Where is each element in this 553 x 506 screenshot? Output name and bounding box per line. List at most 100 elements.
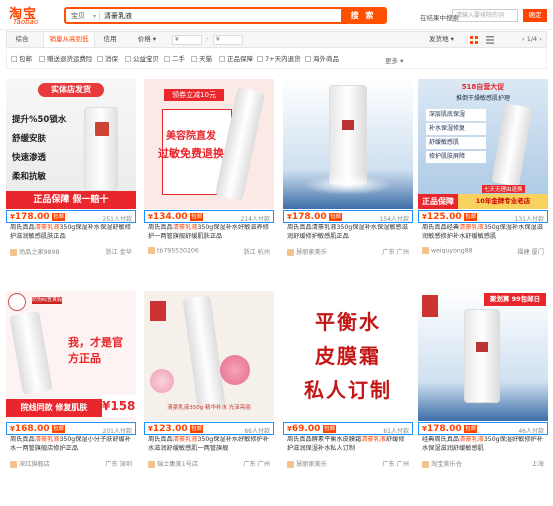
shop-name[interactable]: 瑞士集美1号店: [148, 459, 198, 468]
sort-credit[interactable]: 信用: [101, 32, 119, 47]
image-text: 实体店发货: [38, 83, 104, 97]
product-title[interactable]: 周氏真品清豪乳液350g保湿补水保湿敏感滋润舒缓修护敏感肌正品: [287, 224, 410, 242]
price-highlight-box: [418, 210, 548, 223]
checkbox-icon: [39, 56, 45, 62]
filter-overseas[interactable]: 海外商品: [305, 55, 339, 63]
exclude-confirm-button[interactable]: 确定: [523, 9, 547, 22]
image-text: 518自营大促: [461, 83, 505, 91]
product-title[interactable]: 周氏真品清豪乳液350g保湿补水好敏滋养修护一两管旗舰舒缓肌肤正品: [148, 224, 271, 242]
sort-bar: 综合 销量从高到低 信用 价格 ▾ ¥ - ¥ 发货地 ▾ ‹ 1/4 ›: [6, 31, 547, 48]
location: 浙江 杭州: [243, 249, 270, 256]
product-card[interactable]: ¥178.00 包邮 154人付款 周氏真品清豪乳液350g保湿补水保湿敏感滋润…: [283, 79, 413, 294]
product-title[interactable]: 周氏真品清豪乳液350g保湿补水好敏修护补水滋润舒缓敏感肌一两管旗舰: [148, 436, 271, 454]
price-max-input[interactable]: ¥: [213, 35, 243, 45]
product-image[interactable]: 518自营大促 推倒干燥敏感肌护理 深层肌底保湿 补水保湿修复 舒缓敏感肌 修护…: [418, 79, 548, 209]
image-text: 领券立减10元: [164, 89, 224, 101]
chevron-down-icon: ▾: [152, 35, 157, 43]
price-highlight-box: [144, 210, 274, 223]
shop-icon: [287, 460, 294, 468]
shop-name[interactable]: 慧丽家美乐: [287, 459, 327, 468]
image-text: 平衡水 皮膜霜 私人订制: [304, 310, 392, 402]
grid-view-icon[interactable]: [470, 36, 478, 44]
prev-page-icon[interactable]: ‹: [522, 35, 525, 43]
shop-name[interactable]: 淘宝美乐仓: [422, 459, 462, 468]
product-title[interactable]: 经典周氏真品清豪乳液350g保湿好敏修护补水保湿滋润舒缓敏感肌: [422, 436, 545, 454]
next-page-icon[interactable]: ›: [539, 35, 542, 43]
location: 浙江 金华: [105, 249, 132, 256]
product-image[interactable]: 实体店发货 提升%50锁水 舒缓安肤 快速渗透 柔和抗敏 正品保障 假一赔十: [6, 79, 136, 209]
product-title[interactable]: 周氏真品酵素平衡水皮膜霜清豪乳液舒缓修护滋润保湿补水私人订制: [287, 436, 410, 454]
image-text: 七天无理由退换: [482, 185, 525, 193]
product-image[interactable]: 平衡水 皮膜霜 私人订制: [283, 291, 413, 421]
product-card[interactable]: 518自营大促 推倒干燥敏感肌护理 深层肌底保湿 补水保湿修复 舒缓敏感肌 修护…: [418, 79, 548, 294]
chevron-down-icon: ▾: [93, 13, 97, 20]
checkbox-icon: [125, 56, 131, 62]
product-tube: [329, 85, 367, 185]
checkbox-icon: [11, 56, 17, 62]
shop-name[interactable]: 尚品之家9898: [10, 247, 60, 256]
filter-more[interactable]: 更多 ▾: [385, 55, 403, 65]
filter-return-insurance[interactable]: 赠送退货运费险: [39, 55, 93, 63]
sort-sales[interactable]: 销量从高到低: [43, 32, 95, 47]
price-highlight-box: [418, 422, 548, 435]
product-tube: [84, 107, 118, 191]
shop-name[interactable]: weiquyong88: [422, 247, 473, 255]
shop-name[interactable]: 深红旗舰店: [10, 459, 50, 468]
product-image[interactable]: 聚划算 99包邮日: [418, 291, 548, 421]
sort-default[interactable]: 综合: [11, 32, 33, 47]
product-tube: [491, 103, 533, 187]
image-text: 正品保障 假一赔十: [6, 191, 136, 209]
filter-charity[interactable]: 公益宝贝: [125, 55, 159, 63]
checkbox-icon: [164, 56, 170, 62]
filter-free-shipping[interactable]: 包邮: [11, 55, 32, 63]
search-input[interactable]: [104, 9, 349, 22]
filter-second-hand[interactable]: 二手: [164, 55, 185, 63]
location: 广东 广州: [382, 461, 409, 468]
image-text: 过敏免费退换: [158, 147, 224, 160]
image-text: 院线同款 修复肌肤: [6, 399, 102, 417]
filter-bar: 包邮 赠送退货运费险 消保 公益宝贝 二手 天猫 正品保障 7+天内退货 海外商…: [6, 49, 547, 69]
filter-authentic[interactable]: 正品保障: [219, 55, 253, 63]
shop-name[interactable]: tb795530206: [148, 247, 199, 255]
list-view-icon[interactable]: [486, 36, 494, 44]
shop-icon: [287, 248, 294, 256]
chevron-down-icon: ▾: [450, 35, 454, 43]
product-title[interactable]: 周氏真品清豪乳液350g保湿小分子肤舒缓补水一两管旗舰店修护正品: [10, 436, 133, 454]
filter-tmall[interactable]: 天猫: [191, 55, 212, 63]
image-text: 推倒干燥敏感肌护理: [455, 95, 510, 102]
product-title[interactable]: 周氏真品清豪乳液350g保湿补水保湿舒敏修护滋润敏感肌肤正品: [10, 224, 133, 242]
product-image[interactable]: 清豪乳液350g 精华补水 光泽亮丽: [144, 291, 274, 421]
pager: ‹ 1/4 ›: [522, 35, 542, 43]
ship-from-select[interactable]: 发货地 ▾: [429, 32, 454, 47]
search-category-select[interactable]: 宝贝 ▾: [71, 10, 97, 22]
shop-icon: [422, 460, 429, 468]
product-image[interactable]: 领券立减10元 美容院直发 过敏免费退换: [144, 79, 274, 209]
product-image[interactable]: 防伪码查真假 我，才是官方正品 院线同款 修复肌肤 ¥158: [6, 291, 136, 421]
exclude-input[interactable]: 请输入要排除的词: [452, 9, 518, 22]
search-box: 宝贝▾ 搜 索: [64, 7, 387, 24]
price-highlight-box: [6, 422, 136, 435]
checkbox-icon: [97, 56, 103, 62]
price-min-input[interactable]: ¥: [172, 35, 202, 45]
image-text: 防伪码查真假: [32, 297, 63, 304]
location: 广东 广州: [243, 461, 270, 468]
price-highlight-box: [6, 210, 136, 223]
filter-consumer-protection[interactable]: 消保: [97, 55, 118, 63]
product-card[interactable]: 实体店发货 提升%50锁水 舒缓安肤 快速渗透 柔和抗敏 正品保障 假一赔十 ¥178…: [6, 79, 136, 294]
top-header: 淘宝 Taobao 宝贝▾ 搜 索 在结果中搜索 请输入要排除的词 确定: [0, 0, 553, 30]
shop-name[interactable]: 慧丽家美乐: [287, 247, 327, 256]
image-text: ¥158: [102, 395, 136, 417]
checkbox-icon: [305, 56, 311, 62]
product-image[interactable]: [283, 79, 413, 209]
taobao-logo[interactable]: 淘宝 Taobao: [9, 3, 49, 27]
location: 福建 厦门: [517, 249, 544, 256]
filter-7day-return[interactable]: 7+天内退货: [257, 55, 301, 63]
product-title[interactable]: 周氏真品经典清豪乳液350g保湿补水保湿滋润敏感修护补水舒缓敏感肌: [422, 224, 545, 242]
product-card[interactable]: 领券立减10元 美容院直发 过敏免费退换 ¥134.00 包邮 214人付款 周…: [144, 79, 274, 294]
sort-price[interactable]: 价格 ▾: [133, 32, 161, 47]
image-text: 提升%50锁水 舒缓安肤 快速渗透 柔和抗敏: [12, 115, 67, 182]
shop-icon: [422, 247, 429, 254]
search-button[interactable]: 搜 索: [341, 9, 385, 22]
price-highlight-box: [283, 422, 413, 435]
image-text: 美容院直发: [166, 131, 216, 142]
